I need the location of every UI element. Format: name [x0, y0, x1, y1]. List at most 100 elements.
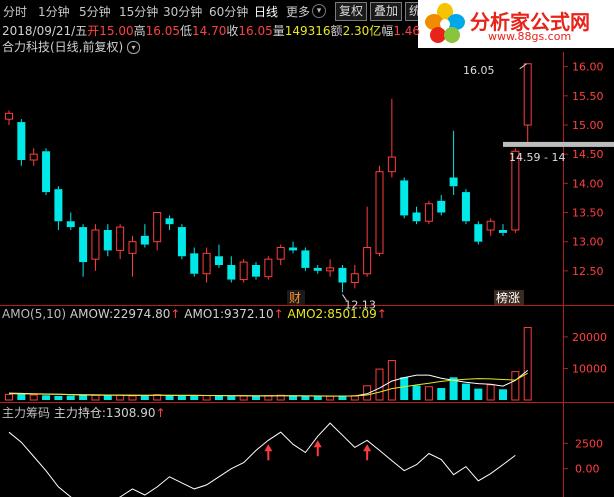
amo-bar — [79, 394, 88, 400]
candle-body — [42, 151, 51, 193]
candle-body — [375, 171, 384, 254]
amo-bar — [313, 396, 322, 400]
amo-bar — [42, 395, 51, 400]
signal-arrow-icon — [264, 444, 273, 452]
amo-bar — [29, 394, 38, 401]
chip-tick-label: 0.00 — [575, 463, 600, 476]
candle-body — [140, 235, 149, 245]
candle-body — [153, 212, 162, 243]
candle-body — [523, 63, 532, 126]
amo-bar — [116, 394, 125, 401]
candle-body — [461, 192, 470, 222]
price-tick-label: 15.50 — [572, 90, 604, 103]
amo-bar — [437, 388, 446, 400]
amo-bar — [202, 395, 211, 401]
amo-bar — [511, 371, 520, 401]
price-tick-label: 16.00 — [572, 61, 604, 74]
candle-body — [165, 218, 174, 225]
amo-bar — [400, 377, 409, 400]
amo-bar — [128, 395, 137, 401]
up-arrow-icon: ↑ — [155, 406, 166, 420]
amo-bar — [412, 385, 421, 400]
candle-body — [350, 273, 359, 283]
candle-body — [5, 112, 13, 120]
panel-frames — [0, 52, 614, 497]
candle-body — [177, 227, 186, 257]
amo-bar — [523, 327, 532, 401]
amo1-label: AMO1: — [184, 307, 224, 321]
price-tick-label: 13.00 — [572, 236, 604, 249]
amo-bar — [91, 394, 100, 401]
candle-body — [499, 230, 507, 233]
amo-bar — [214, 395, 223, 400]
candle-body — [202, 252, 211, 275]
candle-body — [116, 226, 125, 251]
signal-arrow-icon — [363, 444, 372, 452]
amo-bar — [54, 395, 63, 400]
chip-line — [8, 422, 516, 497]
amo2-value: 8501.09 — [327, 307, 377, 321]
candle-body — [486, 220, 495, 231]
candle-body — [17, 122, 26, 160]
amo-bar — [103, 395, 112, 400]
amo-bar — [424, 386, 433, 401]
chip-axis: 2500 0.00 — [563, 437, 603, 476]
up-arrow-icon: ↑ — [376, 307, 387, 321]
candlestick-series — [5, 63, 532, 293]
candle-body — [400, 180, 409, 216]
candle-body — [338, 267, 347, 283]
price-tick-label: 12.50 — [572, 265, 604, 278]
candle-body — [29, 153, 38, 161]
up-arrow-icon: ↑ — [273, 307, 284, 321]
amo-bar — [140, 395, 149, 400]
candle-body — [227, 265, 236, 280]
amo-tick-label: 10000 — [572, 362, 607, 375]
amo-bar — [499, 389, 507, 400]
amo-bar — [474, 388, 483, 400]
amo-bar — [227, 396, 236, 400]
amo-bar — [239, 395, 248, 401]
amo-indicator-name: AMO(5,10) — [2, 307, 67, 321]
candle-body — [264, 258, 273, 278]
price-annotations: 16.0512.1314.59 - 14财 榜涨 — [287, 63, 614, 311]
candle-body — [289, 247, 298, 251]
amo-bar — [301, 396, 310, 400]
price-tick-label: 14.50 — [572, 148, 604, 161]
event-badge-list: 榜涨 — [496, 290, 520, 305]
candle-body — [214, 256, 223, 265]
amo-bar — [190, 395, 199, 400]
high-marker-label: 16.05 — [463, 64, 495, 77]
cursor-label: 14.59 - 14 — [509, 151, 565, 164]
cursor-bar — [503, 141, 614, 147]
amo-bar — [66, 395, 75, 400]
amo-bar — [177, 395, 186, 400]
amo-bar — [289, 395, 298, 400]
candle-body — [326, 267, 335, 272]
price-tick-label: 13.50 — [572, 207, 604, 220]
candle-body — [66, 221, 75, 228]
candle-body — [276, 247, 285, 260]
amo2-label: AMO2: — [287, 307, 328, 321]
amo-bar — [165, 395, 174, 400]
signal-arrow-icon — [313, 440, 322, 448]
amo-header: AMO(5,10) AMOW:22974.80↑ AMO1:9372.10↑ A… — [2, 307, 387, 321]
candle-body — [313, 267, 322, 271]
amo-bar — [461, 383, 470, 400]
amo-bars — [5, 327, 532, 401]
candle-body — [79, 227, 88, 263]
candle-body — [387, 156, 396, 173]
candle-body — [91, 229, 100, 260]
amo-bar — [252, 396, 260, 400]
chip-hold-label: 主力持仓: — [53, 406, 106, 420]
price-tick-label: 14.00 — [572, 177, 604, 190]
candle-body — [474, 224, 483, 242]
amo-axis: 20000 10000 — [563, 331, 607, 375]
candle-body — [190, 253, 199, 274]
amo-tick-label: 20000 — [572, 331, 607, 344]
amow-value: 22974.80 — [113, 307, 171, 321]
amow-label: AMOW: — [69, 307, 114, 321]
amo-bar — [486, 384, 495, 401]
candle-body — [412, 212, 421, 222]
chip-hold-line — [8, 422, 516, 497]
chip-header: 主力筹码 主力持仓:1308.90↑ — [2, 404, 166, 421]
